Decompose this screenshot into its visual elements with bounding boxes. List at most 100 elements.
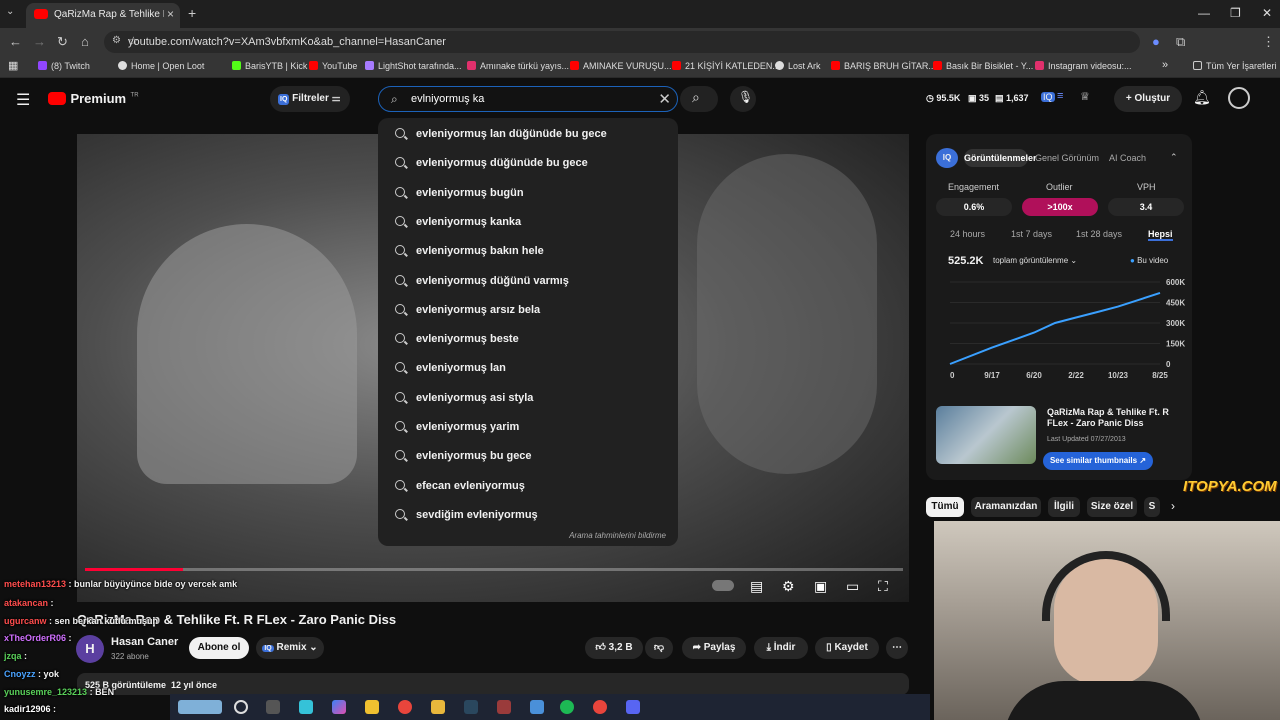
- app-icon[interactable]: [530, 700, 544, 714]
- chip-from-search[interactable]: Aramanızdan: [971, 497, 1041, 517]
- search-icon[interactable]: [234, 700, 248, 714]
- spotify-icon[interactable]: [560, 700, 574, 714]
- download-button[interactable]: ⤓ İndir: [754, 637, 808, 659]
- close-tab-icon[interactable]: ×: [167, 7, 174, 21]
- new-tab-icon[interactable]: +: [188, 5, 196, 21]
- bookmark-4[interactable]: LightShot tarafında...: [365, 61, 462, 71]
- apps-grid-icon[interactable]: ▦: [8, 59, 18, 72]
- remix-button[interactable]: IQ Remix ⌄: [256, 637, 324, 659]
- more-actions-button[interactable]: ⋯: [886, 637, 908, 659]
- app-icon[interactable]: [299, 700, 313, 714]
- youtube-logo[interactable]: Premium TR: [48, 90, 139, 108]
- app-icon[interactable]: [365, 700, 379, 714]
- suggestion-item[interactable]: evleniyormuş beste: [378, 326, 678, 355]
- collapse-icon[interactable]: ⌃: [1170, 152, 1178, 163]
- extensions-puzzle-icon[interactable]: ⧉: [1176, 34, 1185, 50]
- all-bookmarks[interactable]: Tüm Yer İşaretleri: [1193, 61, 1277, 71]
- tab-ai-coach[interactable]: AI Coach: [1109, 153, 1146, 163]
- bookmark-7[interactable]: 21 KİŞİYİ KATLEDEN...: [672, 61, 780, 71]
- chrome-icon[interactable]: [398, 700, 412, 714]
- tab-overview[interactable]: Genel Görünüm: [1035, 153, 1099, 163]
- trophy-icon[interactable]: ♕: [1080, 90, 1090, 103]
- bookmark-1[interactable]: Home | Open Loot: [118, 61, 204, 71]
- channel-avatar[interactable]: H: [76, 635, 104, 663]
- similar-thumbnails-button[interactable]: See similar thumbnails ↗: [1043, 452, 1153, 470]
- related-thumbnail[interactable]: [936, 406, 1036, 464]
- hamburger-menu-icon[interactable]: ☰: [16, 90, 30, 110]
- bookmark-star-icon[interactable]: ☆: [128, 34, 1130, 48]
- chips-next-icon[interactable]: ›: [1171, 499, 1175, 513]
- autoplay-toggle[interactable]: [712, 580, 734, 591]
- search-input[interactable]: ⌕ evlniyormuş ka ✕: [378, 86, 678, 112]
- suggestion-item[interactable]: evleniyormuş asi styla: [378, 385, 678, 414]
- maximize-icon[interactable]: ❐: [1230, 6, 1241, 20]
- suggestion-item[interactable]: sevdiğim evleniyormuş: [378, 502, 678, 531]
- home-icon[interactable]: ⌂: [81, 34, 89, 49]
- suggestion-item[interactable]: efecan evleniyormuş: [378, 473, 678, 502]
- bookmark-8[interactable]: Lost Ark: [775, 61, 821, 71]
- suggestion-item[interactable]: evleniyormuş bakın hele: [378, 238, 678, 267]
- reload-icon[interactable]: ↻: [57, 34, 68, 50]
- subscribe-button[interactable]: Abone ol: [189, 637, 249, 659]
- voice-search-button[interactable]: 🎙︎: [730, 86, 756, 112]
- notifications-bell-icon[interactable]: 🔔︎: [1193, 89, 1211, 106]
- range-24h[interactable]: 24 hours: [950, 229, 985, 239]
- list-icon[interactable]: ≡: [1057, 90, 1063, 102]
- bookmark-6[interactable]: AMINAKE VURUŞU...: [570, 61, 672, 71]
- bookmark-9[interactable]: BARIŞ BRUH GİTAR...: [831, 61, 936, 71]
- url-field[interactable]: ⚙ youtube.com/watch?v=XAm3vbfxmKo&ab_cha…: [104, 31, 1140, 53]
- range-all[interactable]: Hepsi: [1148, 229, 1173, 241]
- chip-more[interactable]: S: [1144, 497, 1160, 517]
- bookmark-5[interactable]: Amınake türkü yayıs...: [467, 61, 569, 71]
- suggestion-item[interactable]: evleniyormuş düğünüde bu gece: [378, 150, 678, 179]
- report-predictions-link[interactable]: Arama tahminlerini bildirme: [569, 531, 666, 540]
- copilot-icon[interactable]: [332, 700, 346, 714]
- suggestion-item[interactable]: evleniyormuş kanka: [378, 209, 678, 238]
- chip-for-you[interactable]: Size özel: [1087, 497, 1137, 517]
- iq-extension-icon[interactable]: IQ: [1041, 92, 1055, 102]
- browser-tab[interactable]: QaRizMa Rap & Tehlike Ft. R Fl... ×: [26, 3, 180, 28]
- back-icon[interactable]: ←: [9, 34, 22, 49]
- steam-icon[interactable]: [464, 700, 478, 714]
- chip-all[interactable]: Tümü: [926, 497, 964, 517]
- miniplayer-icon[interactable]: ▣: [814, 578, 827, 595]
- folder-icon[interactable]: [431, 700, 445, 714]
- bookmark-10[interactable]: Basık Bir Bisiklet - Y...: [933, 61, 1033, 71]
- create-button[interactable]: + Oluştur: [1114, 86, 1182, 112]
- bookmark-11[interactable]: Instagram videosu:...: [1035, 61, 1132, 71]
- site-info-icon[interactable]: ⚙: [112, 35, 121, 46]
- clear-search-icon[interactable]: ✕: [658, 90, 671, 108]
- settings-gear-icon[interactable]: ⚙: [782, 578, 795, 595]
- filters-button[interactable]: IQ Filtreler ⚌: [270, 86, 350, 112]
- avatar[interactable]: [1228, 87, 1250, 109]
- tab-views[interactable]: Görüntülenmeler: [964, 149, 1037, 167]
- minimize-icon[interactable]: —: [1198, 6, 1210, 20]
- channel-name[interactable]: Hasan Caner: [111, 636, 178, 648]
- range-28d[interactable]: 1st 28 days: [1076, 229, 1122, 239]
- forward-icon[interactable]: →: [33, 34, 46, 49]
- search-button[interactable]: ⌕: [680, 86, 718, 112]
- discord-icon[interactable]: [626, 700, 640, 714]
- taskbar-widget-icon[interactable]: [178, 700, 222, 714]
- more-bookmarks-icon[interactable]: »: [1162, 59, 1168, 71]
- subtitles-icon[interactable]: ▤: [750, 578, 763, 595]
- bookmark-3[interactable]: YouTube: [309, 61, 357, 71]
- suggestion-item[interactable]: evleniyormuş arsız bela: [378, 297, 678, 326]
- chrome-active-icon[interactable]: [593, 700, 607, 714]
- suggestion-item[interactable]: evleniyormuş düğünü varmış: [378, 268, 678, 297]
- menu-dots-icon[interactable]: ⋮: [1262, 34, 1275, 50]
- suggestion-item[interactable]: evleniyormuş yarim: [378, 414, 678, 443]
- total-views-dropdown[interactable]: toplam görüntülenme ⌄: [993, 256, 1077, 265]
- like-button[interactable]: 👍︎ 3,2 B: [585, 637, 643, 659]
- chip-related[interactable]: İlgili: [1048, 497, 1080, 517]
- close-window-icon[interactable]: ✕: [1262, 6, 1272, 20]
- video-progress-bar[interactable]: [85, 568, 903, 571]
- task-view-icon[interactable]: [266, 700, 280, 714]
- extension-icon[interactable]: ●: [1152, 34, 1160, 49]
- related-title[interactable]: QaRizMa Rap & Tehlike Ft. R FLex - Zaro …: [1047, 407, 1187, 429]
- suggestion-item[interactable]: evleniyormuş bugün: [378, 180, 678, 209]
- tab-list-icon[interactable]: ⌄: [6, 6, 14, 17]
- dislike-button[interactable]: 👎︎: [645, 637, 673, 659]
- suggestion-item[interactable]: evleniyormuş lan düğünüde bu gece: [378, 121, 678, 150]
- range-7d[interactable]: 1st 7 days: [1011, 229, 1052, 239]
